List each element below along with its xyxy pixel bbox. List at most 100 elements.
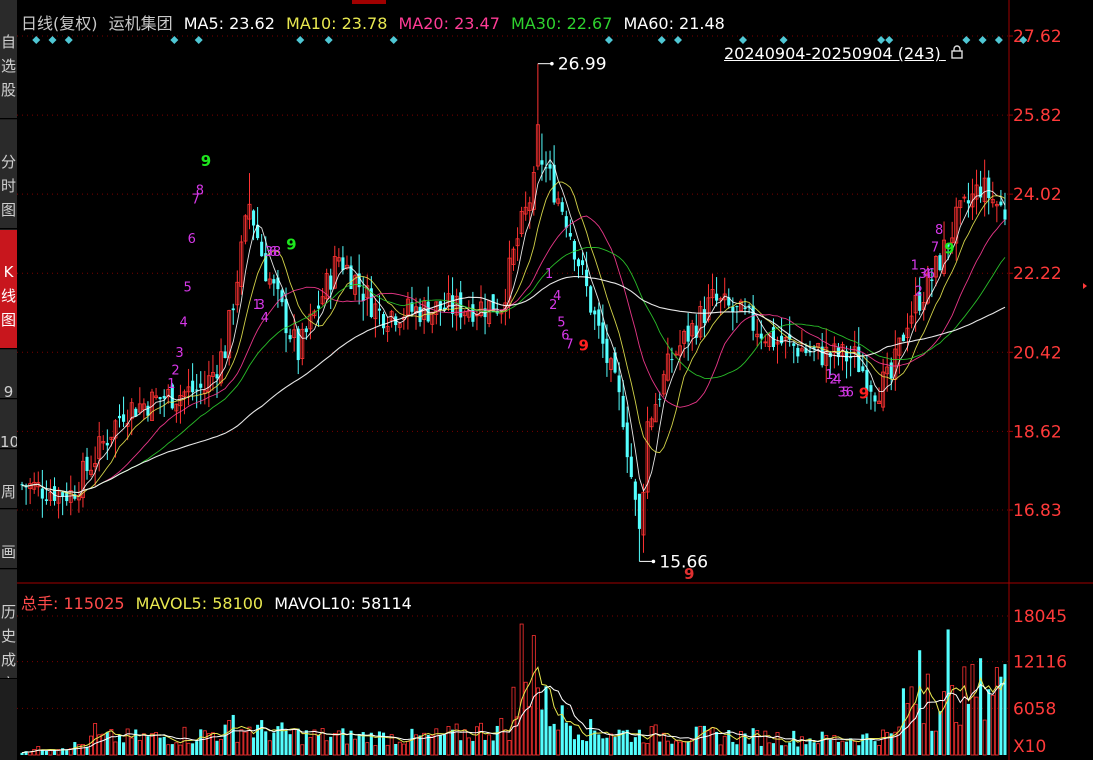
sidebar-button-2[interactable]: K 线 图 xyxy=(0,230,17,349)
price-tick-label: 20.42 xyxy=(1013,343,1062,363)
candle-body xyxy=(849,357,853,359)
date-range-label[interactable]: 20240904-20250904 (243) xyxy=(724,44,964,63)
candle-body xyxy=(304,328,308,333)
volume-bar xyxy=(913,703,918,756)
volume-bar xyxy=(694,726,698,755)
sidebar-button-6[interactable]: 画 线 xyxy=(0,510,17,569)
volume-bar xyxy=(601,738,605,755)
price-tick-label: 22.22 xyxy=(1013,264,1062,284)
sidebar-button-0[interactable]: 自 选 股 xyxy=(0,0,17,119)
td-signal-label: 9 xyxy=(201,152,211,170)
volume-bar xyxy=(609,733,613,756)
volume-bar xyxy=(113,741,118,756)
candle-body xyxy=(593,310,597,315)
volume-bar xyxy=(832,734,837,756)
candle-body xyxy=(44,499,48,502)
volume-bar xyxy=(451,729,455,755)
volume-bar xyxy=(589,719,593,755)
volume-mavol10: MAVOL10: 58114 xyxy=(274,594,412,613)
candle-body xyxy=(629,456,633,478)
volume-bar xyxy=(722,735,727,756)
volume-bar xyxy=(137,739,142,756)
volume-bar xyxy=(61,748,65,755)
volume-bar xyxy=(178,744,183,756)
volume-bar xyxy=(442,734,446,755)
volume-bar xyxy=(438,735,442,755)
volume-bar xyxy=(394,744,398,755)
volume-bar xyxy=(527,706,532,756)
candle-body xyxy=(341,257,345,271)
td-signal-label: 9 xyxy=(579,336,589,354)
candle-body xyxy=(702,309,706,323)
volume-bar xyxy=(585,741,589,755)
volume-bar xyxy=(763,730,768,756)
legend-ma30: MA30: 22.67 xyxy=(510,14,613,33)
td-count-label: 6 xyxy=(846,386,854,401)
volume-bar xyxy=(162,736,166,755)
date-range-text: 20240904-20250904 (243) xyxy=(724,44,941,63)
candle-body xyxy=(715,293,719,301)
volume-bar xyxy=(280,722,284,755)
volume-bar xyxy=(828,739,832,755)
candle-body xyxy=(146,405,150,416)
volume-bar xyxy=(170,744,174,755)
volume-bar xyxy=(946,629,950,755)
sidebar-button-3[interactable]: 9 xyxy=(0,350,17,399)
event-diamond-icon xyxy=(64,36,73,44)
sidebar-button-4[interactable]: 10 xyxy=(0,400,17,449)
volume-tick-label: 18045 xyxy=(1013,607,1067,627)
volume-bar xyxy=(812,742,816,755)
volume-bar xyxy=(300,744,305,756)
sidebar-button-7[interactable]: 历 史 成 交 xyxy=(0,570,17,679)
volume-bar xyxy=(568,725,572,755)
candles xyxy=(20,63,1007,562)
volume-bar xyxy=(788,742,792,755)
candle-body xyxy=(252,210,256,226)
volume-bar xyxy=(613,737,617,755)
candle-body xyxy=(621,395,625,428)
td-count-label: 1 xyxy=(545,267,553,282)
volume-bar xyxy=(499,717,504,756)
volume-bar xyxy=(836,741,840,755)
volume-bar xyxy=(446,726,451,756)
volume-bar xyxy=(979,658,983,755)
sidebar-button-5[interactable]: 周 期 xyxy=(0,450,17,509)
volume-bar xyxy=(710,727,715,756)
volume-bar xyxy=(990,694,995,756)
sidebar-button-1[interactable]: 分 时 图 xyxy=(0,120,17,229)
volume-mavol5: MAVOL5: 58100 xyxy=(135,594,264,613)
candle-body xyxy=(585,269,589,287)
volume-bar xyxy=(731,741,735,755)
volume-bar xyxy=(101,733,106,756)
volume-bar xyxy=(771,743,775,755)
td-count-label: 8 xyxy=(273,245,281,260)
candle-body xyxy=(999,201,1003,206)
volume-bar xyxy=(507,740,512,756)
volume-bar xyxy=(605,737,609,755)
kline-chart[interactable]: 27.62 25.82 24.02 22.22 20.42 18.62 16.83 18045… xyxy=(17,0,1093,760)
candle-body xyxy=(105,442,109,446)
volume-bar xyxy=(780,745,784,755)
volume-bar xyxy=(877,745,881,756)
legend-period[interactable]: 日线(复权) xyxy=(21,14,98,33)
volume-bar xyxy=(227,720,232,756)
candle-body xyxy=(377,308,382,311)
volume-bar xyxy=(462,729,467,756)
volume-bar xyxy=(316,734,321,755)
event-diamond-icon xyxy=(194,36,203,44)
td-count-label: 7 xyxy=(931,241,939,256)
td-signal-label: 9 xyxy=(286,235,296,253)
volume-bar xyxy=(134,729,138,755)
volume-bar xyxy=(243,731,248,756)
candle-body xyxy=(796,347,800,357)
candle-body xyxy=(617,375,621,393)
volume-bar xyxy=(466,737,471,756)
lock-icon[interactable] xyxy=(950,44,964,63)
event-diamond-icon xyxy=(962,36,971,44)
candle-body xyxy=(540,160,544,165)
candle-body xyxy=(568,233,572,237)
volume-bar xyxy=(767,742,772,756)
ma5-line xyxy=(21,158,1006,498)
volume-bar xyxy=(661,732,666,756)
volume-bar xyxy=(958,724,963,756)
